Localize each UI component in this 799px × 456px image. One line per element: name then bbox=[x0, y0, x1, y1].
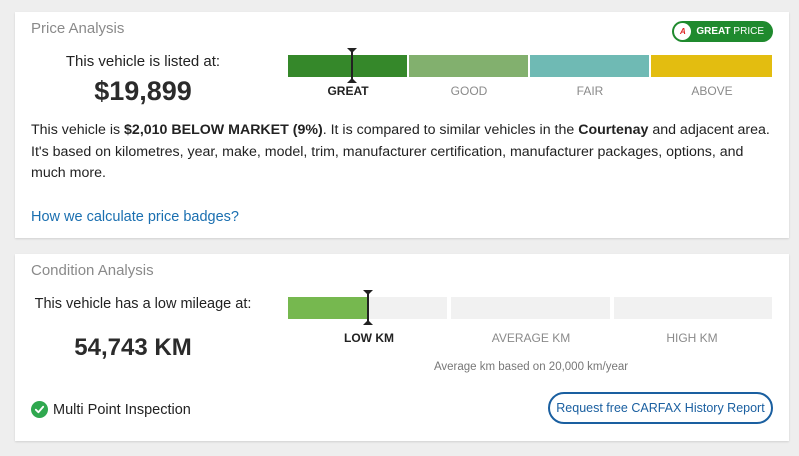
condition-analysis-card: Condition Analysis This vehicle has a lo… bbox=[15, 254, 789, 441]
price-label-good: GOOD bbox=[450, 84, 488, 98]
price-bar-good bbox=[409, 55, 528, 77]
listed-label: This vehicle is listed at: bbox=[65, 53, 221, 70]
carfax-logo-icon: A bbox=[674, 23, 692, 40]
km-label-low: LOW KM bbox=[344, 331, 394, 345]
below-market-amount: $2,010 BELOW MARKET (9%) bbox=[124, 122, 323, 138]
km-marker bbox=[363, 290, 373, 325]
badge-label: GREAT PRICE bbox=[696, 26, 764, 37]
km-label-high: HIGH KM bbox=[666, 331, 718, 345]
location-name: Courtenay bbox=[578, 122, 649, 138]
multi-point-inspection: Multi Point Inspection bbox=[31, 401, 191, 418]
price-bar-above bbox=[651, 55, 772, 77]
inspection-label: Multi Point Inspection bbox=[53, 401, 191, 418]
price-marker bbox=[347, 48, 357, 83]
great-price-badge: A GREAT PRICE bbox=[672, 21, 773, 42]
price-label-great: GREAT bbox=[327, 84, 369, 98]
price-label-fair: FAIR bbox=[576, 84, 604, 98]
price-description: This vehicle is $2,010 BELOW MARKET (9%)… bbox=[31, 122, 770, 181]
mileage-value: 54,743 KM bbox=[74, 334, 192, 361]
listed-price: $19,899 bbox=[94, 76, 192, 106]
km-bar-fill bbox=[288, 297, 368, 319]
price-badges-link[interactable]: How we calculate price badges? bbox=[31, 209, 239, 225]
carfax-report-button[interactable]: Request free CARFAX History Report bbox=[548, 392, 773, 424]
km-label-average: AVERAGE KM bbox=[491, 331, 571, 345]
mileage-label: This vehicle has a low mileage at: bbox=[34, 296, 252, 312]
km-bar-high bbox=[614, 297, 772, 319]
km-bar-average bbox=[451, 297, 610, 319]
price-bar-fair bbox=[530, 55, 649, 77]
average-km-note: Average km based on 20,000 km/year bbox=[433, 361, 629, 373]
condition-analysis-title: Condition Analysis bbox=[31, 262, 154, 279]
price-label-above: ABOVE bbox=[691, 84, 733, 98]
check-circle-icon bbox=[31, 401, 48, 418]
price-bar-great bbox=[288, 55, 407, 77]
price-analysis-title: Price Analysis bbox=[31, 20, 125, 37]
price-analysis-card: Price Analysis A GREAT PRICE This vehicl… bbox=[15, 12, 789, 238]
